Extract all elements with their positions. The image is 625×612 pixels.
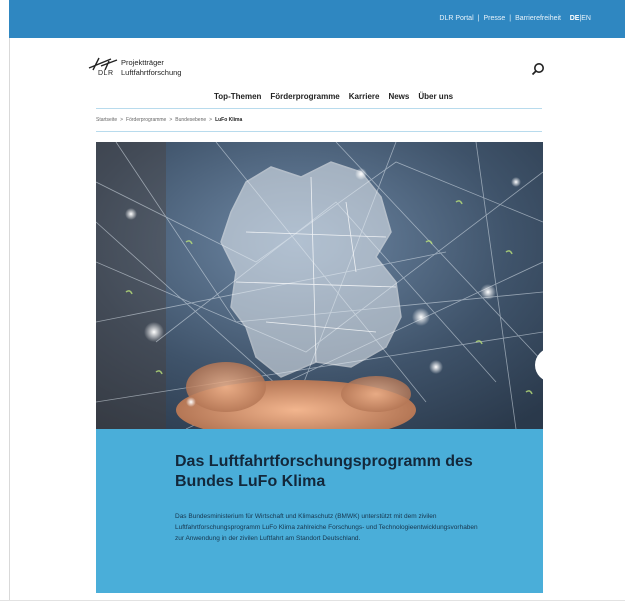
- brand-line2: Luftfahrtforschung: [121, 68, 182, 77]
- service-links: DLR Portal | Presse | Barrierefreiheit: [437, 15, 563, 22]
- link-dlr-portal[interactable]: DLR Portal: [439, 15, 473, 22]
- breadcrumb-current: LuFo Klima: [215, 117, 243, 123]
- separator: |: [509, 15, 512, 22]
- window-frame-bottom: [0, 600, 625, 612]
- hero-image: [96, 142, 543, 429]
- nav-news[interactable]: News: [388, 92, 409, 101]
- lang-en[interactable]: EN: [581, 15, 591, 22]
- divider: [96, 131, 542, 132]
- separator: |: [477, 15, 480, 22]
- divider: [96, 108, 542, 109]
- top-bar: DLR Portal | Presse | Barrierefreiheit DE|EN: [9, 0, 625, 38]
- nav-karriere[interactable]: Karriere: [349, 92, 380, 101]
- breadcrumb-foerderprogramme[interactable]: Förderprogramme: [126, 117, 166, 123]
- nav-foerderprogramme[interactable]: Förderprogramme: [270, 92, 339, 101]
- search-icon: [531, 63, 544, 76]
- main-navigation: Top-Themen Förderprogramme Karriere News Übe…: [214, 92, 462, 101]
- breadcrumb-bundesebene[interactable]: Bundesebene: [175, 117, 206, 123]
- language-switch: DE|EN: [570, 15, 591, 22]
- germany-map-network-icon: [96, 142, 543, 429]
- brand-short: DLR: [98, 70, 114, 77]
- breadcrumb-separator: >: [209, 117, 213, 123]
- link-barrierefreiheit[interactable]: Barrierefreiheit: [515, 15, 561, 22]
- breadcrumb-separator: >: [169, 117, 173, 123]
- intro-text: Das Bundesministerium für Wirtschaft und…: [175, 513, 478, 542]
- breadcrumb-separator: >: [120, 117, 124, 123]
- window-frame-left: [0, 0, 10, 611]
- link-presse[interactable]: Presse: [483, 15, 505, 22]
- nav-ueber-uns[interactable]: Über uns: [418, 92, 453, 101]
- search-button[interactable]: [531, 62, 545, 76]
- breadcrumb-startseite[interactable]: Startseite: [96, 117, 117, 123]
- lang-de[interactable]: DE: [570, 15, 580, 22]
- brand-logo[interactable]: DLR Projektträger Luftfahrtforschung: [87, 56, 197, 84]
- nav-top-themen[interactable]: Top-Themen: [214, 92, 261, 101]
- brand-line1: Projektträger: [121, 58, 164, 67]
- intro-panel: Das Luftfahrtforschungsprogramm des Bund…: [96, 429, 543, 593]
- breadcrumb: Startseite > Förderprogramme > Bundesebene > L…: [96, 117, 242, 123]
- page-title: Das Luftfahrtforschungsprogramm des Bund…: [175, 453, 473, 490]
